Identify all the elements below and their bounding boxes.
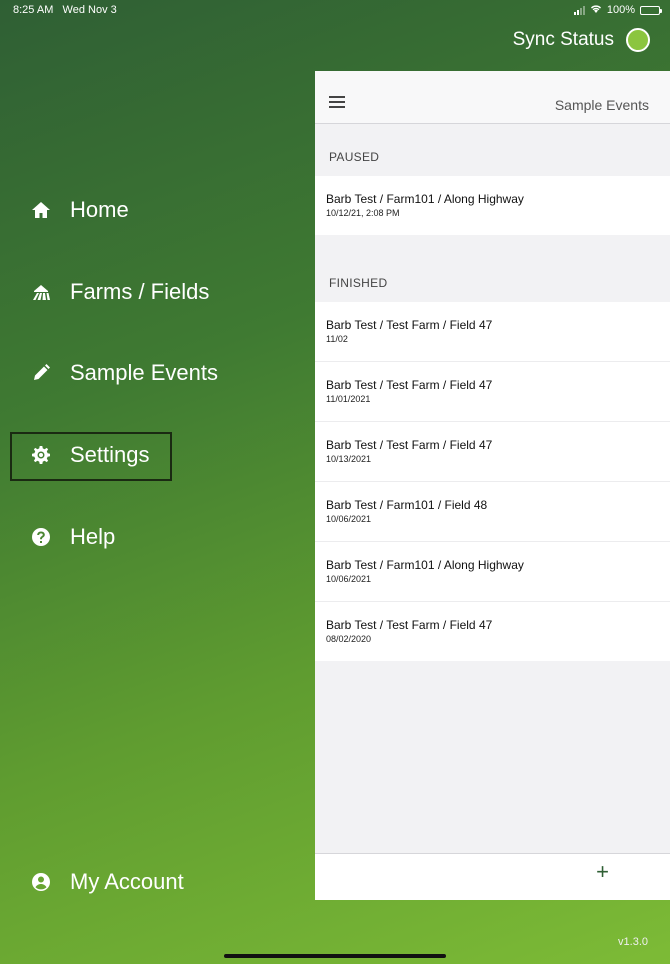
app-version: v1.3.0 [618,936,648,948]
list-item-date: 08/02/2020 [326,634,372,644]
gear-icon [30,444,52,466]
list-item[interactable]: Barb Test / Test Farm / Field 47 08/02/2… [315,602,670,661]
list-item-date: 10/06/2021 [326,514,372,524]
section-label-paused: PAUSED [329,150,380,164]
list-item-title: Barb Test / Farm101 / Field 48 [326,498,488,512]
list-item[interactable]: Barb Test / Farm101 / Along Highway 10/0… [315,542,670,602]
nav-item-home[interactable]: Home [30,197,129,223]
farm-field-icon [30,281,52,303]
nav-item-farms-fields[interactable]: Farms / Fields [30,279,209,305]
list-item-date: 10/06/2021 [326,574,372,584]
list-item[interactable]: Barb Test / Farm101 / Along Highway 10/1… [315,176,670,235]
sync-status[interactable]: Sync Status [513,28,650,52]
nav-item-help[interactable]: Help [30,524,115,550]
nav-item-my-account[interactable]: My Account [30,869,184,895]
signal-icon [573,5,585,15]
list-item-title: Barb Test / Test Farm / Field 47 [326,438,493,452]
nav-item-label: Home [70,197,129,222]
list-item-date: 10/13/2021 [326,454,372,464]
hamburger-menu-icon[interactable] [329,96,345,111]
paused-list: Barb Test / Farm101 / Along Highway 10/1… [315,176,670,235]
nav-item-label: Farms / Fields [70,279,210,304]
list-item[interactable]: Barb Test / Test Farm / Field 47 11/02 [315,302,670,362]
list-item[interactable]: Barb Test / Farm101 / Field 48 10/06/202… [315,482,670,542]
list-item-title: Barb Test / Test Farm / Field 47 [326,378,493,392]
list-item-title: Barb Test / Farm101 / Along Highway [326,192,524,206]
section-label-finished: FINISHED [329,276,388,290]
battery-icon [640,5,662,15]
list-item[interactable]: Barb Test / Test Farm / Field 47 10/13/2… [315,422,670,482]
nav-item-sample-events[interactable]: Sample Events [30,360,218,386]
status-right: 100% [573,4,662,16]
list-item-date: 11/01/2021 [326,394,371,404]
panel-header: Sample Events [315,71,670,124]
list-item-title: Barb Test / Farm101 / Along Highway [326,558,524,572]
nav-item-label: Settings [70,442,150,467]
panel-footer: + [315,853,670,900]
status-time: 8:25 AM Wed Nov 3 [13,4,117,16]
list-item-title: Barb Test / Test Farm / Field 47 [326,618,493,632]
home-indicator[interactable] [224,954,446,958]
nav-item-label: My Account [70,869,184,894]
list-item[interactable]: Barb Test / Test Farm / Field 47 11/01/2… [315,362,670,422]
help-icon [30,526,52,548]
nav-item-label: Help [70,524,116,549]
list-item-date: 11/02 [326,334,348,344]
pencil-icon [30,362,52,384]
wifi-icon [590,4,602,16]
sample-events-panel: Sample Events PAUSED Barb Test / Farm101… [315,71,670,900]
nav-item-label: Sample Events [70,360,218,385]
sync-status-indicator[interactable] [626,28,650,52]
status-bar: 8:25 AM Wed Nov 3 100% [0,0,670,20]
add-sample-event-button[interactable]: + [596,859,609,885]
list-item-title: Barb Test / Test Farm / Field 47 [326,318,493,332]
finished-list: Barb Test / Test Farm / Field 47 11/02 B… [315,302,670,661]
panel-title: Sample Events [554,97,649,113]
battery-percent: 100% [606,4,635,16]
nav-item-settings[interactable]: Settings [30,442,150,468]
list-item-date: 10/12/21, 2:08 PM [326,208,400,218]
home-icon [30,199,52,221]
user-icon [30,871,52,893]
sync-status-label: Sync Status [512,29,614,50]
